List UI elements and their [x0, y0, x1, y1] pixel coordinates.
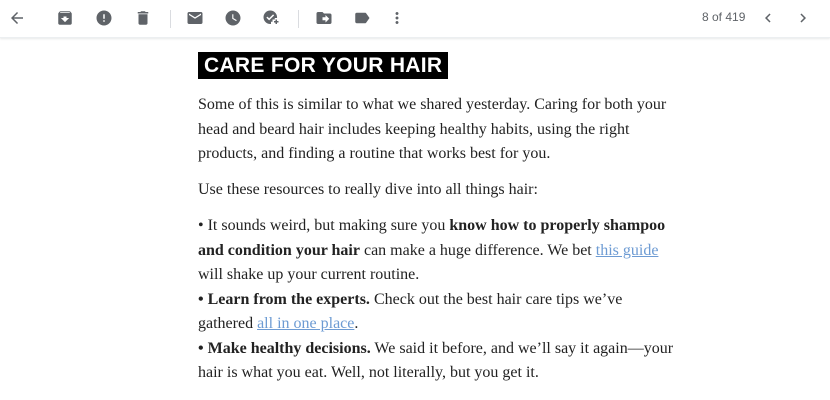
labels-icon	[355, 12, 370, 24]
newer-button[interactable]	[753, 3, 783, 33]
intro-paragraph: Some of this is similar to what we share…	[198, 96, 667, 162]
snooze-button[interactable]	[218, 3, 248, 33]
section-heading: CARE FOR YOUR HAIR	[198, 52, 449, 79]
snooze-icon	[225, 10, 241, 26]
resources-intro: Use these resources to really dive into …	[198, 180, 538, 198]
report-spam-button[interactable]	[89, 3, 119, 33]
bullet1-middle: can make a huge difference. We bet	[359, 241, 596, 259]
more-options-button[interactable]	[382, 3, 412, 33]
more-options-icon	[395, 12, 399, 24]
add-to-tasks-icon	[263, 10, 279, 24]
archive-button[interactable]	[50, 3, 80, 33]
mark-unread-icon	[187, 12, 203, 24]
bullet2-bold: • Learn from the experts.	[198, 290, 370, 308]
email-toolbar: 8 of 419	[0, 0, 830, 38]
all-in-one-place-link[interactable]: all in one place	[257, 315, 354, 332]
toolbar-divider	[170, 10, 171, 28]
newer-chevron-icon	[765, 13, 771, 23]
delete-icon	[137, 11, 149, 25]
move-to-button[interactable]	[309, 3, 339, 33]
toolbar-divider	[298, 10, 299, 28]
older-button[interactable]	[788, 3, 818, 33]
email-body: CARE FOR YOUR HAIR Some of this is simil…	[198, 52, 678, 386]
message-counter: 8 of 419	[702, 10, 746, 24]
add-to-tasks-button[interactable]	[256, 3, 286, 33]
bullet1-prefix: • It sounds weird, but making sure you	[198, 217, 450, 234]
bullet1-suffix: will shake up your current routine.	[198, 266, 420, 283]
mark-unread-button[interactable]	[180, 3, 210, 33]
resources-list: • It sounds weird, but making sure you k…	[198, 214, 678, 386]
this-guide-link[interactable]: this guide	[596, 242, 659, 259]
bullet2-suffix: .	[354, 315, 359, 332]
delete-button[interactable]	[128, 3, 158, 33]
back-button[interactable]	[2, 3, 32, 33]
report-spam-icon	[96, 10, 112, 26]
move-to-icon	[316, 12, 332, 24]
back-arrow-icon	[11, 12, 23, 24]
labels-button[interactable]	[347, 3, 377, 33]
bullet3-bold: • Make healthy decisions.	[198, 339, 371, 357]
older-chevron-icon	[800, 13, 806, 23]
archive-icon	[58, 11, 72, 25]
